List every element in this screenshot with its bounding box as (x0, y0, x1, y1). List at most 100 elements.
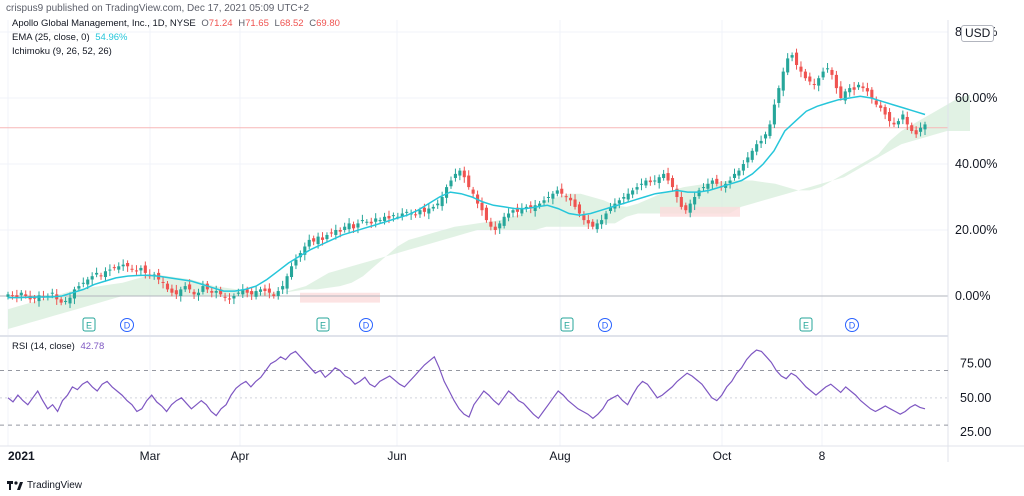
candle-body (382, 216, 387, 221)
candle-body (418, 210, 422, 215)
candle-body (688, 203, 692, 213)
rsi-line (7, 349, 926, 420)
ema-label: EMA (25, close, 0) (12, 32, 90, 43)
candle-body (99, 275, 103, 277)
candle-body (750, 150, 754, 160)
candle-body (37, 295, 41, 302)
candle-body (604, 213, 608, 220)
candle-body (422, 207, 426, 212)
candle-body (431, 206, 435, 209)
candle-body (414, 214, 418, 216)
candle-body (533, 205, 537, 212)
candle-body (825, 68, 830, 70)
candle-body (644, 180, 648, 186)
candle-body (108, 269, 112, 271)
candle-body (790, 55, 794, 58)
event-marker-label: D (363, 321, 370, 331)
candle-body (453, 173, 457, 179)
ohlc-open-label: O (201, 18, 209, 29)
tradingview-brand: TradingView (27, 480, 83, 491)
candle-body (343, 226, 347, 230)
candle-body (143, 265, 147, 273)
candle-body (139, 267, 143, 271)
candle-body (223, 296, 227, 298)
candle-body (600, 220, 604, 225)
candle-body (834, 74, 838, 89)
ohlc-low: 68.52 (279, 18, 304, 29)
candle-body (374, 218, 378, 222)
candle-body (188, 284, 192, 290)
candle-body (626, 193, 630, 200)
candle-body (236, 292, 240, 294)
candle-body (763, 134, 768, 139)
rsi-bands (0, 370, 948, 426)
candle-body (502, 216, 506, 226)
candle-body (755, 144, 759, 152)
candle-body (635, 187, 639, 190)
candle-body (77, 286, 81, 289)
candle-body (170, 288, 174, 293)
candle-body (95, 272, 99, 275)
ema-value: 54.96% (95, 32, 128, 43)
candle-body (227, 298, 232, 300)
candle-body (631, 190, 635, 195)
candle-body (888, 112, 892, 122)
candle-body (732, 173, 737, 179)
rsi-axis-labels[interactable]: 75.00 50.00 25.00 (960, 357, 991, 439)
candle-body (272, 294, 276, 296)
candle-body (772, 104, 776, 125)
candle-body (883, 107, 887, 115)
symbol-name: Apollo Global Management, Inc., 1D, NYSE (12, 18, 196, 29)
candle-body (582, 215, 586, 221)
candle-body (126, 263, 130, 267)
rsi-legend[interactable]: RSI (14, close) 42.78 (12, 341, 104, 352)
time-tick-label: Oct (713, 449, 732, 463)
candle-body (662, 173, 666, 179)
candle-body (905, 116, 909, 125)
ema-legend[interactable]: EMA (25, close, 0) 54.96% (12, 32, 128, 43)
candle-body (817, 78, 821, 86)
candle-body (639, 183, 644, 185)
candle-body (777, 88, 781, 103)
ohlc-high: 71.65 (245, 18, 269, 29)
candle-body (555, 190, 559, 194)
event-marker-label: E (803, 321, 809, 331)
candle-body (258, 289, 263, 292)
candle-body (830, 69, 834, 75)
tradingview-footer[interactable]: TradingView (7, 480, 82, 491)
candle-body (369, 221, 373, 224)
tradingview-chart[interactable]: EDEDEDED 80.00%60.00%40.00%20.00%0.00% 7… (0, 0, 1024, 496)
rsi-tick-label: 75.00 (960, 357, 991, 371)
candle-body (586, 220, 590, 224)
candle-body (449, 180, 453, 187)
candle-body (861, 86, 865, 89)
candle-body (165, 283, 170, 290)
symbol-legend[interactable]: Apollo Global Management, Inc., 1D, NYSE… (12, 18, 340, 29)
candle-body (267, 288, 271, 293)
candle-body (161, 281, 165, 283)
price-axis-labels[interactable]: 80.00%60.00%40.00%20.00%0.00% (955, 25, 997, 303)
rsi-label: RSI (14, close) (12, 341, 75, 352)
candle-body (440, 197, 444, 207)
candle-body (81, 282, 85, 284)
ichimoku-legend[interactable]: Ichimoku (9, 26, 52, 26) (12, 46, 112, 57)
candle-body (595, 223, 599, 230)
candle-body (276, 291, 280, 296)
candle-body (591, 221, 595, 227)
candle-body (489, 221, 493, 227)
candle-body (569, 197, 573, 201)
price-candles (6, 48, 927, 309)
tradingview-logo-icon (7, 480, 23, 490)
ohlc-open: 71.24 (208, 18, 233, 29)
candle-body (852, 87, 856, 90)
event-marker-label: E (86, 321, 92, 331)
time-axis-labels[interactable]: 2021 Mar Apr Jun Aug Oct 8 (8, 449, 826, 463)
time-tick-label: Apr (231, 449, 250, 463)
candle-body (901, 114, 905, 120)
currency-badge[interactable]: USD (961, 25, 995, 42)
candle-body (573, 199, 577, 207)
candle-body (294, 259, 298, 266)
candle-body (50, 292, 54, 294)
cloud-area (8, 94, 970, 329)
candle-body (68, 297, 72, 304)
